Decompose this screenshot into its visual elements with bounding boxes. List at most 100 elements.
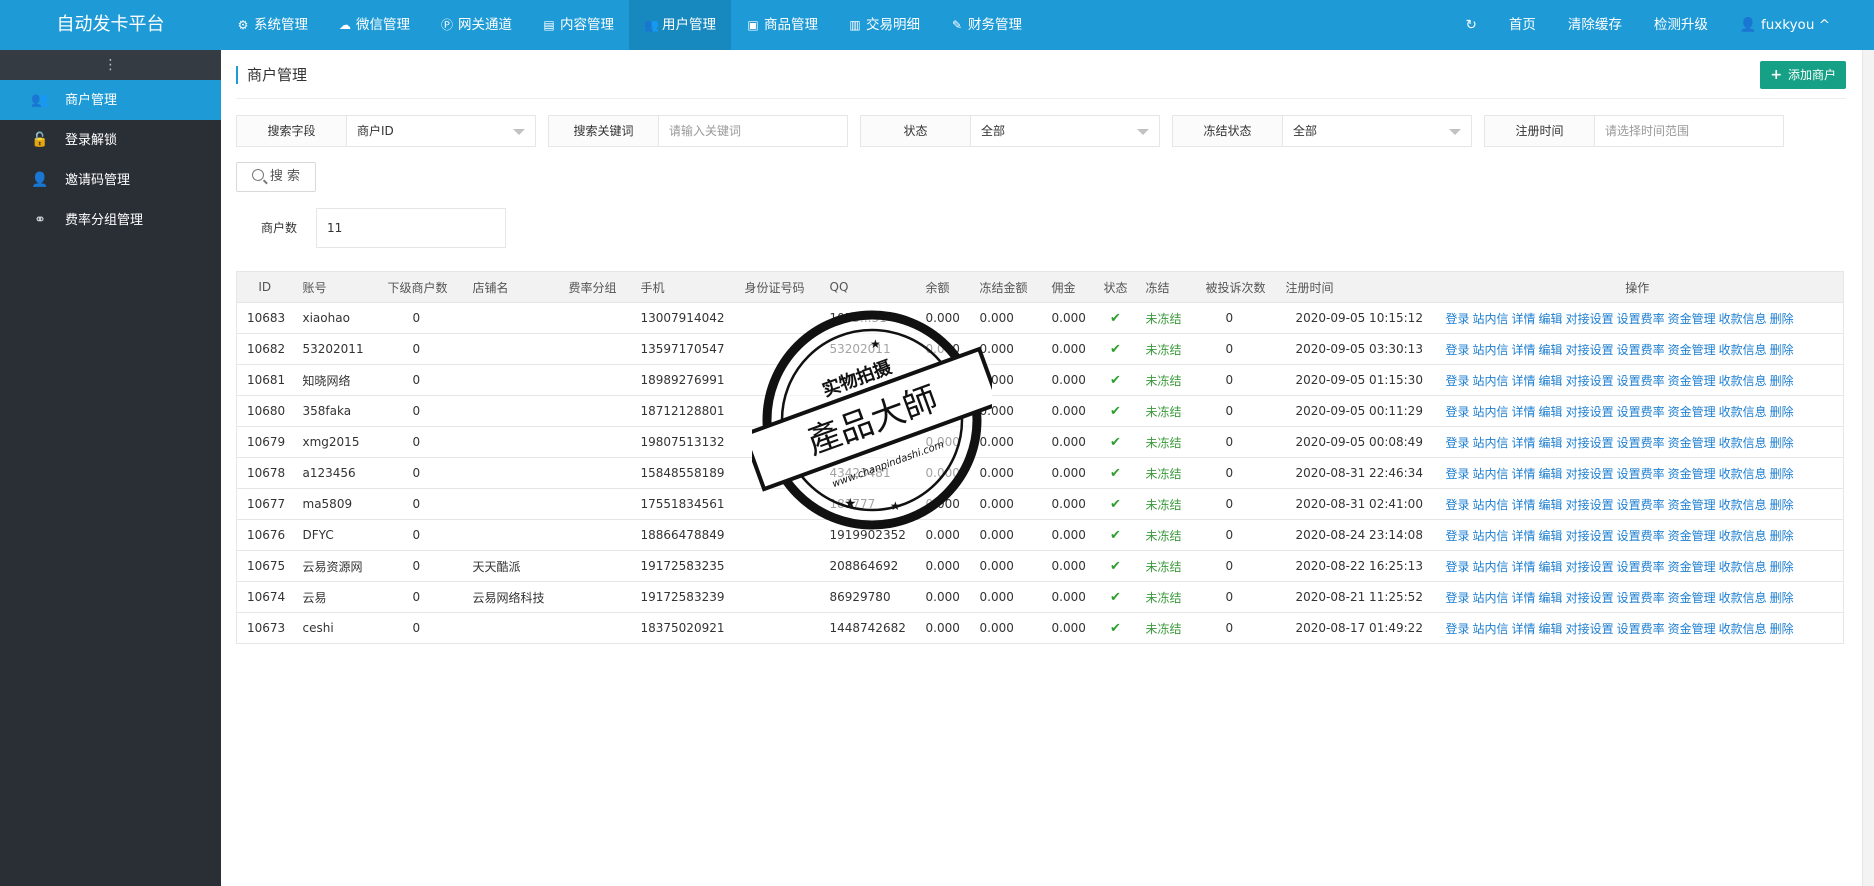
- action-link[interactable]: 资金管理: [1668, 405, 1716, 419]
- action-link[interactable]: 站内信: [1473, 529, 1509, 543]
- add-merchant-button[interactable]: + 添加商户: [1760, 61, 1846, 89]
- action-link[interactable]: 对接设置: [1566, 374, 1614, 388]
- user-menu[interactable]: 👤 fuxkyou ^: [1724, 0, 1846, 50]
- action-link[interactable]: 收款信息: [1719, 622, 1767, 636]
- action-link[interactable]: 资金管理: [1668, 374, 1716, 388]
- action-link[interactable]: 编辑: [1539, 374, 1563, 388]
- action-link[interactable]: 编辑: [1539, 498, 1563, 512]
- frozen-select[interactable]: 全部: [1283, 116, 1471, 146]
- action-link[interactable]: 站内信: [1473, 622, 1509, 636]
- action-link[interactable]: 删除: [1770, 343, 1794, 357]
- action-link[interactable]: 登录: [1446, 374, 1470, 388]
- action-link[interactable]: 站内信: [1473, 436, 1509, 450]
- action-link[interactable]: 设置费率: [1617, 591, 1665, 605]
- action-link[interactable]: 详情: [1512, 374, 1536, 388]
- action-link[interactable]: 站内信: [1473, 312, 1509, 326]
- action-link[interactable]: 站内信: [1473, 498, 1509, 512]
- sidebar-toggle[interactable]: ⋮: [0, 50, 221, 80]
- nav-item[interactable]: Ⓟ 网关通道: [425, 0, 527, 50]
- action-link[interactable]: 对接设置: [1566, 405, 1614, 419]
- sidebar-item[interactable]: ⚭ 费率分组管理: [0, 200, 221, 240]
- action-link[interactable]: 收款信息: [1719, 374, 1767, 388]
- nav-item[interactable]: 👥 用户管理: [629, 0, 731, 50]
- action-link[interactable]: 登录: [1446, 622, 1470, 636]
- action-link[interactable]: 资金管理: [1668, 312, 1716, 326]
- action-link[interactable]: 详情: [1512, 529, 1536, 543]
- action-link[interactable]: 对接设置: [1566, 343, 1614, 357]
- action-link[interactable]: 站内信: [1473, 560, 1509, 574]
- action-link[interactable]: 收款信息: [1719, 560, 1767, 574]
- action-link[interactable]: 收款信息: [1719, 498, 1767, 512]
- nav-item[interactable]: ▤ 内容管理: [527, 0, 629, 50]
- action-link[interactable]: 设置费率: [1617, 498, 1665, 512]
- action-link[interactable]: 删除: [1770, 312, 1794, 326]
- action-link[interactable]: 详情: [1512, 560, 1536, 574]
- action-link[interactable]: 设置费率: [1617, 312, 1665, 326]
- action-link[interactable]: 收款信息: [1719, 343, 1767, 357]
- action-link[interactable]: 设置费率: [1617, 529, 1665, 543]
- check-update-link[interactable]: 检测升级: [1638, 0, 1724, 50]
- action-link[interactable]: 删除: [1770, 529, 1794, 543]
- action-link[interactable]: 登录: [1446, 560, 1470, 574]
- action-link[interactable]: 删除: [1770, 560, 1794, 574]
- action-link[interactable]: 设置费率: [1617, 405, 1665, 419]
- action-link[interactable]: 站内信: [1473, 343, 1509, 357]
- action-link[interactable]: 删除: [1770, 467, 1794, 481]
- action-link[interactable]: 详情: [1512, 622, 1536, 636]
- action-link[interactable]: 编辑: [1539, 312, 1563, 326]
- action-link[interactable]: 收款信息: [1719, 529, 1767, 543]
- action-link[interactable]: 收款信息: [1719, 591, 1767, 605]
- action-link[interactable]: 对接设置: [1566, 498, 1614, 512]
- action-link[interactable]: 编辑: [1539, 622, 1563, 636]
- action-link[interactable]: 资金管理: [1668, 622, 1716, 636]
- nav-item[interactable]: ⚙ 系统管理: [221, 0, 323, 50]
- sidebar-item[interactable]: 👤 邀请码管理: [0, 160, 221, 200]
- action-link[interactable]: 对接设置: [1566, 436, 1614, 450]
- home-link[interactable]: 首页: [1493, 0, 1552, 50]
- action-link[interactable]: 详情: [1512, 405, 1536, 419]
- action-link[interactable]: 资金管理: [1668, 436, 1716, 450]
- action-link[interactable]: 删除: [1770, 591, 1794, 605]
- action-link[interactable]: 编辑: [1539, 560, 1563, 574]
- refresh-icon[interactable]: ↻: [1450, 0, 1493, 50]
- action-link[interactable]: 对接设置: [1566, 560, 1614, 574]
- action-link[interactable]: 站内信: [1473, 374, 1509, 388]
- action-link[interactable]: 站内信: [1473, 467, 1509, 481]
- status-select[interactable]: 全部: [971, 116, 1159, 146]
- action-link[interactable]: 详情: [1512, 591, 1536, 605]
- action-link[interactable]: 收款信息: [1719, 467, 1767, 481]
- page-scrollbar[interactable]: [1862, 50, 1874, 886]
- action-link[interactable]: 收款信息: [1719, 436, 1767, 450]
- action-link[interactable]: 设置费率: [1617, 560, 1665, 574]
- action-link[interactable]: 编辑: [1539, 436, 1563, 450]
- action-link[interactable]: 设置费率: [1617, 374, 1665, 388]
- action-link[interactable]: 删除: [1770, 498, 1794, 512]
- action-link[interactable]: 对接设置: [1566, 622, 1614, 636]
- action-link[interactable]: 登录: [1446, 405, 1470, 419]
- action-link[interactable]: 登录: [1446, 436, 1470, 450]
- action-link[interactable]: 资金管理: [1668, 560, 1716, 574]
- action-link[interactable]: 编辑: [1539, 529, 1563, 543]
- action-link[interactable]: 删除: [1770, 405, 1794, 419]
- action-link[interactable]: 删除: [1770, 374, 1794, 388]
- action-link[interactable]: 资金管理: [1668, 591, 1716, 605]
- action-link[interactable]: 设置费率: [1617, 467, 1665, 481]
- action-link[interactable]: 编辑: [1539, 343, 1563, 357]
- nav-item[interactable]: ✎ 财务管理: [935, 0, 1037, 50]
- action-link[interactable]: 详情: [1512, 467, 1536, 481]
- action-link[interactable]: 登录: [1446, 591, 1470, 605]
- action-link[interactable]: 设置费率: [1617, 436, 1665, 450]
- nav-item[interactable]: ▣ 商品管理: [731, 0, 833, 50]
- action-link[interactable]: 资金管理: [1668, 498, 1716, 512]
- action-link[interactable]: 收款信息: [1719, 405, 1767, 419]
- sidebar-item[interactable]: 👥 商户管理: [0, 80, 221, 120]
- regtime-range-input[interactable]: 请选择时间范围: [1595, 116, 1783, 146]
- action-link[interactable]: 资金管理: [1668, 467, 1716, 481]
- clear-cache-link[interactable]: 清除缓存: [1552, 0, 1638, 50]
- action-link[interactable]: 详情: [1512, 436, 1536, 450]
- action-link[interactable]: 设置费率: [1617, 622, 1665, 636]
- brand-title[interactable]: 自动发卡平台: [0, 0, 221, 50]
- action-link[interactable]: 编辑: [1539, 405, 1563, 419]
- action-link[interactable]: 编辑: [1539, 467, 1563, 481]
- action-link[interactable]: 对接设置: [1566, 467, 1614, 481]
